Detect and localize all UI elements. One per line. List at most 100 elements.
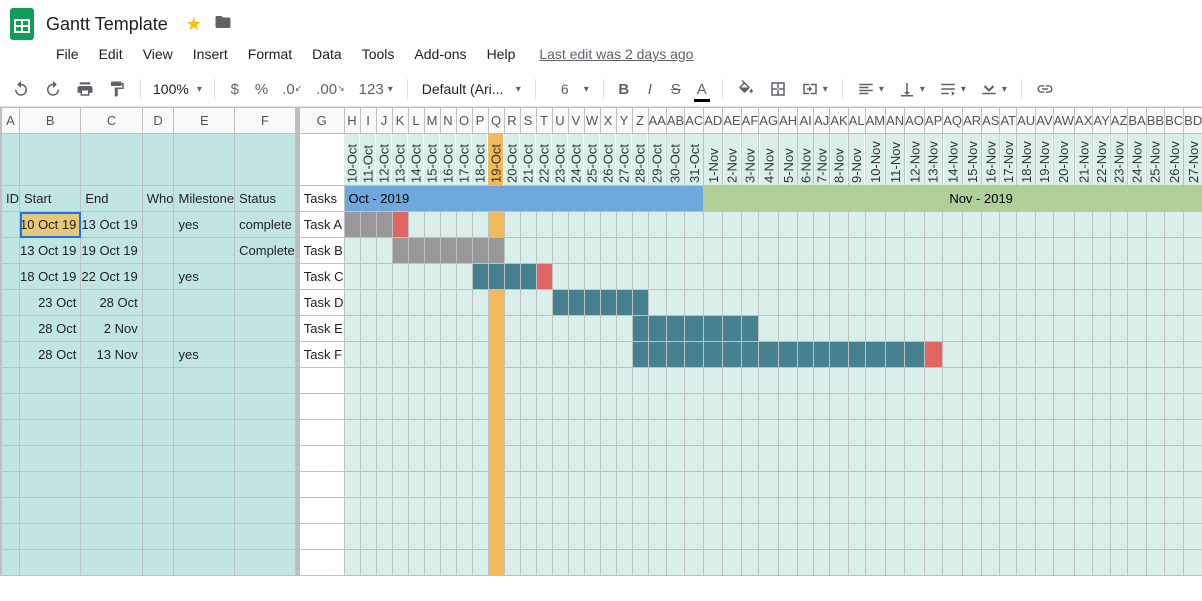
cell[interactable] <box>905 368 925 394</box>
cell[interactable] <box>424 550 440 576</box>
cell[interactable] <box>298 420 344 446</box>
hdr-end[interactable]: End <box>81 186 142 212</box>
task-end-4[interactable]: 2 Nov <box>81 316 142 342</box>
cell[interactable] <box>360 472 376 498</box>
cell[interactable] <box>798 472 814 498</box>
cell[interactable] <box>723 498 741 524</box>
cell[interactable] <box>376 550 392 576</box>
cell[interactable] <box>235 498 296 524</box>
gantt-cell[interactable] <box>865 290 886 316</box>
cell[interactable] <box>440 446 456 472</box>
cell[interactable] <box>392 498 408 524</box>
cell[interactable] <box>174 446 235 472</box>
cell[interactable] <box>408 446 424 472</box>
date-0[interactable]: 10-Oct <box>344 134 360 186</box>
date-13[interactable]: 23-Oct <box>552 134 568 186</box>
gantt-cell[interactable] <box>1128 238 1146 264</box>
col-AH[interactable]: AH <box>779 108 798 134</box>
gantt-cell[interactable] <box>1146 212 1164 238</box>
cell[interactable] <box>2 446 20 472</box>
col-AP[interactable]: AP <box>924 108 942 134</box>
cell[interactable] <box>1110 446 1128 472</box>
cell[interactable] <box>142 550 174 576</box>
cell[interactable] <box>20 134 81 186</box>
cell[interactable] <box>520 446 536 472</box>
menu-data[interactable]: Data <box>304 42 350 66</box>
gantt-cell[interactable] <box>600 212 616 238</box>
cell[interactable] <box>704 498 723 524</box>
cell[interactable] <box>924 368 942 394</box>
task-start-0[interactable]: 10 Oct 19 <box>20 212 81 238</box>
gantt-cell[interactable] <box>759 238 779 264</box>
cell[interactable] <box>235 134 296 186</box>
gantt-cell[interactable] <box>488 316 504 342</box>
cell[interactable] <box>456 472 472 498</box>
cell[interactable] <box>1017 394 1036 420</box>
gantt-cell[interactable] <box>666 264 684 290</box>
col-BB[interactable]: BB <box>1146 108 1164 134</box>
cell[interactable] <box>552 524 568 550</box>
cell[interactable] <box>584 524 600 550</box>
gantt-cell[interactable] <box>1184 290 1202 316</box>
menu-tools[interactable]: Tools <box>354 42 403 66</box>
date-48[interactable]: 27-Nov <box>1184 134 1202 186</box>
cell[interactable] <box>1146 550 1164 576</box>
gantt-cell[interactable] <box>759 316 779 342</box>
col-I[interactable]: I <box>360 108 376 134</box>
date-19[interactable]: 29-Oct <box>648 134 666 186</box>
gantt-cell[interactable] <box>1053 212 1074 238</box>
gantt-cell[interactable] <box>392 290 408 316</box>
col-AV[interactable]: AV <box>1036 108 1053 134</box>
cell[interactable] <box>1110 368 1128 394</box>
col-V[interactable]: V <box>568 108 584 134</box>
gantt-cell[interactable] <box>1128 212 1146 238</box>
gantt-cell[interactable] <box>568 238 584 264</box>
cell[interactable] <box>472 420 488 446</box>
gantt-cell[interactable] <box>488 264 504 290</box>
cell[interactable] <box>723 368 741 394</box>
cell[interactable] <box>648 368 666 394</box>
cell[interactable] <box>666 446 684 472</box>
gantt-cell[interactable] <box>982 316 1000 342</box>
cell[interactable] <box>2 394 20 420</box>
gantt-cell[interactable] <box>924 264 942 290</box>
cell[interactable] <box>235 472 296 498</box>
gantt-cell[interactable] <box>472 316 488 342</box>
date-3[interactable]: 13-Oct <box>392 134 408 186</box>
cell[interactable] <box>886 368 905 394</box>
gantt-cell[interactable] <box>1093 238 1110 264</box>
cell[interactable] <box>174 134 235 186</box>
cell[interactable] <box>1075 472 1093 498</box>
gantt-cell[interactable] <box>905 212 925 238</box>
cell[interactable] <box>456 368 472 394</box>
cell[interactable] <box>1000 446 1017 472</box>
cell[interactable] <box>376 420 392 446</box>
cell[interactable] <box>632 472 648 498</box>
cell[interactable] <box>344 472 360 498</box>
cell[interactable] <box>1036 472 1053 498</box>
cell[interactable] <box>648 394 666 420</box>
gantt-cell[interactable] <box>488 342 504 368</box>
gantt-cell[interactable] <box>982 290 1000 316</box>
menu-view[interactable]: View <box>135 42 181 66</box>
cell[interactable] <box>1128 420 1146 446</box>
col-B[interactable]: B <box>20 108 81 134</box>
gantt-cell[interactable] <box>648 238 666 264</box>
cell[interactable] <box>536 498 552 524</box>
col-AZ[interactable]: AZ <box>1110 108 1128 134</box>
col-AN[interactable]: AN <box>886 108 905 134</box>
gantt-cell[interactable] <box>666 316 684 342</box>
cell[interactable] <box>616 394 632 420</box>
more-formats[interactable]: 123 <box>353 76 399 102</box>
date-41[interactable]: 20-Nov <box>1053 134 1074 186</box>
cell[interactable] <box>142 498 174 524</box>
gantt-cell[interactable] <box>616 290 632 316</box>
task-status-3[interactable] <box>235 290 296 316</box>
cell[interactable] <box>488 394 504 420</box>
cell[interactable] <box>741 498 759 524</box>
cell[interactable] <box>344 394 360 420</box>
cell[interactable] <box>704 472 723 498</box>
cell[interactable] <box>392 472 408 498</box>
cell[interactable] <box>814 498 830 524</box>
font-size[interactable]: 6 <box>544 76 595 102</box>
